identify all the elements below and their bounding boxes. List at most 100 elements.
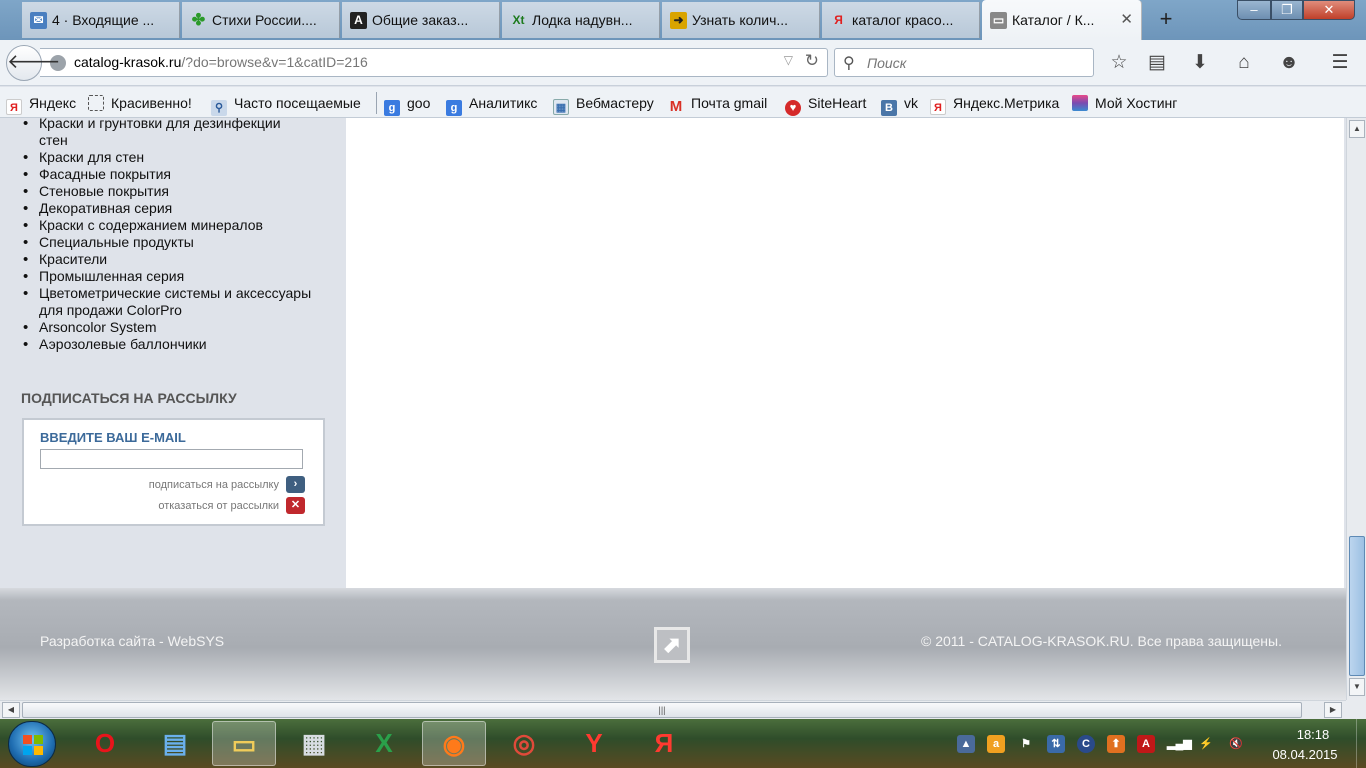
bookmark-most-visited[interactable]: ⚲ Часто посещаемые: [211, 93, 361, 116]
category-link[interactable]: Краски с содержанием минералов: [22, 217, 312, 234]
yandex-icon: Я: [6, 99, 22, 115]
bookmark-yandex[interactable]: Я Яндекс: [6, 93, 76, 115]
tab-label: Стихи России....: [212, 12, 317, 28]
signal-icon[interactable]: ▂▄▆: [1167, 735, 1192, 753]
dropdown-arrow-icon[interactable]: ▽: [784, 53, 793, 67]
category-link[interactable]: Красители: [22, 251, 312, 268]
opera-icon[interactable]: O: [73, 721, 137, 766]
excel-icon[interactable]: X: [352, 721, 416, 766]
footer-credits[interactable]: Разработка сайта - WebSYS: [40, 633, 224, 649]
start-button[interactable]: [8, 721, 56, 767]
bookmark-my-hosting[interactable]: Мой Хостинг: [1072, 93, 1177, 113]
download-icon[interactable]: ⬇: [1187, 50, 1213, 76]
tab-label: Лодка надувн...: [532, 12, 633, 28]
close-icon[interactable]: ✕: [286, 497, 305, 514]
category-link[interactable]: Краски для стен: [22, 149, 312, 166]
email-field[interactable]: [40, 449, 303, 469]
url-bar[interactable]: catalog-krasok.ru/?do=browse&v=1&catID=2…: [40, 48, 828, 77]
stack-icon: [1072, 95, 1088, 111]
maximize-button[interactable]: ❐: [1271, 0, 1303, 20]
category-link[interactable]: Специальные продукты: [22, 234, 312, 251]
avast-icon[interactable]: a: [987, 735, 1005, 753]
clock-time[interactable]: 18:18: [1278, 727, 1348, 742]
tab-inbox[interactable]: ✉ 4 · Входящие ...: [22, 2, 180, 38]
category-link[interactable]: Краски и грунтовки для дезинфекции стен: [22, 118, 312, 149]
show-desktop-button[interactable]: [1356, 719, 1366, 768]
panel-bottom: [348, 568, 1325, 590]
scroll-right-icon[interactable]: ▶: [1324, 702, 1342, 718]
chat-icon[interactable]: ☻: [1276, 50, 1302, 76]
home-icon[interactable]: ⌂: [1231, 50, 1257, 76]
bookmark-gmail[interactable]: M Почта gmail: [668, 93, 767, 115]
explorer-icon[interactable]: ▭: [212, 721, 276, 766]
bookmark-webmaster[interactable]: ▦ Вебмастеру: [553, 93, 654, 115]
bookmark-krasivenno[interactable]: Красивенно!: [88, 93, 192, 113]
category-link[interactable]: Аэрозолевые баллончики: [22, 336, 312, 353]
scroll-thumb[interactable]: |||: [22, 702, 1302, 718]
tab-count[interactable]: ➜ Узнать колич...: [662, 2, 820, 38]
yandex-browser-icon[interactable]: Y: [562, 721, 626, 766]
bookmark-label: Красивенно!: [111, 95, 192, 111]
firefox-icon[interactable]: ◉: [422, 721, 486, 766]
category-link[interactable]: Фасадные покрытия: [22, 166, 312, 183]
adobe-icon[interactable]: A: [1137, 735, 1155, 753]
arrow-doc-icon: ➜: [670, 12, 687, 29]
search-icon: ⚲: [843, 55, 855, 72]
reading-list-icon[interactable]: ▤: [1144, 50, 1170, 76]
network-drive-icon[interactable]: ▲: [957, 735, 975, 753]
tab-catalog-search[interactable]: Я каталог красо...: [822, 2, 980, 38]
category-link[interactable]: Arsoncolor System: [22, 319, 312, 336]
email-label: ВВЕДИТЕ ВАШ E-MAIL: [40, 430, 186, 445]
scroll-down-icon[interactable]: ▼: [1349, 678, 1365, 696]
sync-icon[interactable]: C: [1077, 735, 1095, 753]
subscribe-link[interactable]: подписаться на рассылку: [149, 479, 279, 491]
clock-date[interactable]: 08.04.2015: [1265, 747, 1345, 762]
bookmark-goo[interactable]: g goo: [384, 93, 431, 116]
url-text[interactable]: catalog-krasok.ru/?do=browse&v=1&catID=2…: [74, 54, 368, 70]
star-icon[interactable]: ☆: [1106, 50, 1132, 76]
siteheart-icon: ♥: [785, 100, 801, 116]
tab-strip: ✉ 4 · Входящие ... ✤ Стихи России.... A …: [0, 0, 1366, 40]
tab-boat[interactable]: Xt Лодка надувн...: [502, 2, 660, 38]
bookmark-label: Аналитикс: [469, 95, 538, 111]
flag-icon[interactable]: ⚑: [1017, 735, 1035, 753]
search-bar[interactable]: ⚲ Поиск: [834, 48, 1094, 77]
bookmark-vk[interactable]: Bvk: [881, 93, 918, 116]
calculator-icon[interactable]: ▦: [282, 721, 346, 766]
minimize-button[interactable]: –: [1237, 0, 1271, 20]
scroll-thumb[interactable]: [1349, 536, 1365, 676]
tab-poems[interactable]: ✤ Стихи России....: [182, 2, 340, 38]
category-link[interactable]: Промышленная серия: [22, 268, 312, 285]
control-panel-icon[interactable]: ▤: [143, 721, 207, 766]
vk-icon: B: [881, 100, 897, 116]
category-link[interactable]: Декоративная серия: [22, 200, 312, 217]
menu-icon[interactable]: ☰: [1327, 50, 1353, 76]
bookmark-yandex-metrika[interactable]: Я Яндекс.Метрика: [930, 93, 1059, 115]
bookmark-analytics[interactable]: g Аналитикс: [446, 93, 538, 116]
close-tab-icon[interactable]: ✕: [1120, 0, 1133, 40]
update-icon[interactable]: ⬆: [1107, 735, 1125, 753]
vertical-scrollbar[interactable]: ▲ ▼: [1346, 118, 1366, 700]
tab-label: 4 · Входящие ...: [52, 12, 155, 28]
category-link[interactable]: Цветометрические системы и аксессуары дл…: [22, 285, 312, 319]
reload-icon[interactable]: ↻: [805, 51, 819, 71]
yandex-icon[interactable]: Я: [632, 721, 696, 766]
unsubscribe-link[interactable]: отказаться от рассылки: [158, 500, 279, 512]
chrome-icon[interactable]: ◎: [492, 721, 556, 766]
network-icon[interactable]: ⇅: [1047, 735, 1065, 753]
back-button[interactable]: 🡐: [6, 45, 61, 81]
category-link[interactable]: Стеновые покрытия: [22, 183, 312, 200]
tab-catalog-active[interactable]: ▭ Каталог / К... ✕: [982, 0, 1142, 40]
tab-orders[interactable]: A Общие заказ...: [342, 2, 500, 38]
arrow-right-icon[interactable]: ›: [286, 476, 305, 493]
bookmark-label: goo: [407, 95, 431, 111]
power-icon[interactable]: ⚡: [1197, 735, 1215, 753]
new-tab-button[interactable]: +: [1152, 5, 1180, 33]
websys-logo-icon[interactable]: ⬈: [654, 627, 690, 663]
scroll-up-icon[interactable]: ▲: [1349, 120, 1365, 138]
close-window-button[interactable]: ✕: [1303, 0, 1355, 20]
volume-icon[interactable]: 🔇: [1227, 735, 1245, 753]
horizontal-scrollbar[interactable]: ◀ ||| ▶: [0, 700, 1346, 719]
bookmark-siteheart[interactable]: ♥ SiteHeart: [785, 93, 866, 116]
scroll-left-icon[interactable]: ◀: [2, 702, 20, 718]
